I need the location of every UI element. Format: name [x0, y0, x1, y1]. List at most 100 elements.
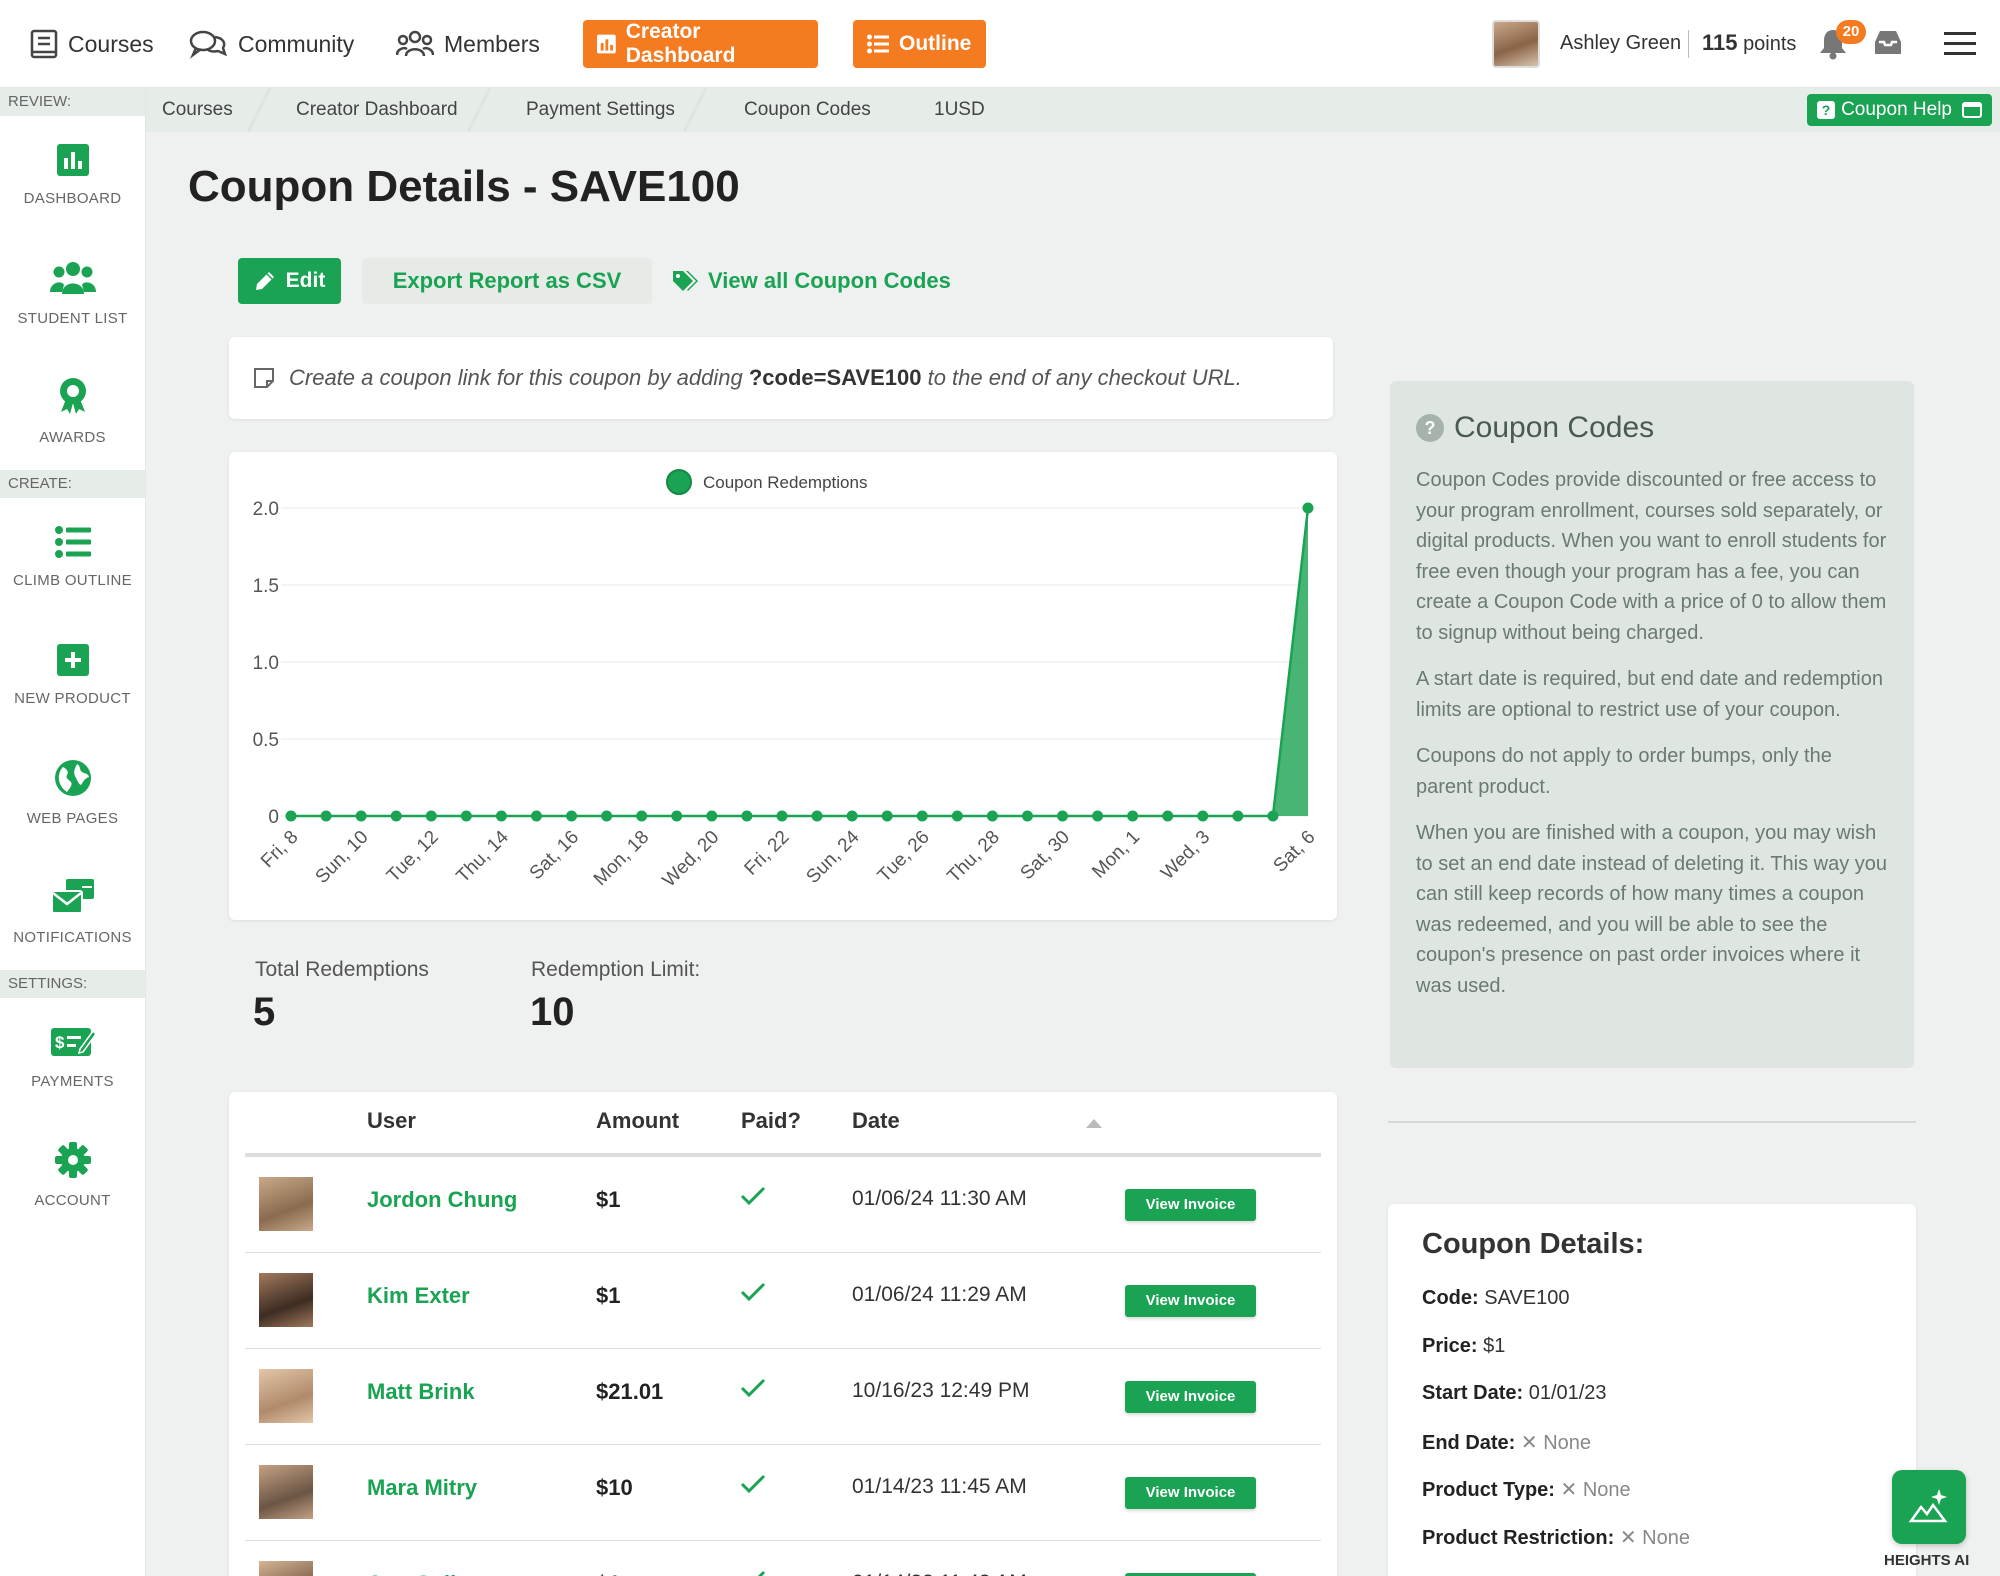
sidebar-item-climb-outline[interactable]: CLIMB OUTLINE: [0, 498, 145, 616]
table-row: Ana Gallant$101/14/23 11:43 AMView Invoi…: [245, 1540, 1321, 1576]
breadcrumb-payment-settings[interactable]: Payment Settings: [526, 88, 675, 132]
detail-start-date: Start Date: 01/01/23: [1422, 1382, 1882, 1430]
page-title: Coupon Details - SAVE100: [188, 162, 740, 211]
table-row: Matt Brink $21.01 10/16/23 12:49 PM View In…: [245, 1348, 1321, 1444]
nav-community-label: Community: [238, 30, 355, 57]
pencil-icon: [255, 272, 274, 290]
x-tick-label: Sat, 6: [1270, 827, 1320, 877]
table-row: Jordon Chung $1 01/06/24 11:30 AM View Invo…: [245, 1156, 1321, 1252]
sidebar-item-dashboard[interactable]: DASHBOARD: [0, 116, 145, 234]
nav-members-label: Members: [444, 30, 540, 57]
export-csv-button[interactable]: Export Report as CSV: [362, 258, 652, 304]
breadcrumb-coupon-codes[interactable]: Coupon Codes: [744, 88, 871, 132]
user-avatar[interactable]: [1492, 20, 1540, 68]
sort-asc-icon[interactable]: [1085, 1117, 1103, 1129]
sidebar-item-student-list[interactable]: STUDENT LIST: [0, 234, 145, 352]
column-header-amount[interactable]: Amount: [596, 1108, 679, 1134]
sidebar-item-new-product[interactable]: NEW PRODUCT: [0, 616, 145, 734]
date-value: 10/16/23 12:49 PM: [852, 1379, 1030, 1402]
x-tick-label: Mon, 18: [590, 827, 653, 890]
data-point: [285, 810, 297, 822]
help-paragraph: When you are finished with a coupon, you…: [1416, 822, 1888, 997]
view-invoice-button[interactable]: View Invoice: [1125, 1381, 1256, 1413]
user-link[interactable]: Jordon Chung: [367, 1187, 517, 1213]
detail-end-date: End Date: ✕ None: [1422, 1430, 1882, 1478]
column-header-user[interactable]: User: [367, 1108, 416, 1134]
avatar[interactable]: [259, 1561, 313, 1576]
detail-product-restriction: Product Restriction: ✕ None: [1422, 1525, 1882, 1573]
y-tick-label: 0.5: [253, 730, 279, 751]
detail-end-label: End Date:: [1422, 1431, 1516, 1454]
outline-button[interactable]: Outline: [853, 20, 986, 68]
column-header-date[interactable]: Date: [852, 1108, 900, 1134]
users-icon: [396, 30, 434, 57]
award-icon: [59, 377, 86, 414]
inbox-icon[interactable]: [1872, 28, 1904, 58]
nav-community[interactable]: Community: [188, 24, 354, 64]
outline-list-icon: [54, 525, 91, 558]
sidebar-item-payments[interactable]: $ PAYMENTS: [0, 998, 145, 1116]
coupon-details-card: Coupon Details: Code: SAVE100 Price: $1 …: [1388, 1204, 1916, 1576]
y-tick-label: 1.5: [253, 576, 279, 597]
detail-code-label: Code:: [1422, 1287, 1479, 1309]
sidebar-item-awards[interactable]: AWARDS: [0, 352, 145, 470]
detail-code: Code: SAVE100: [1422, 1287, 1882, 1335]
sidebar-label-payments: PAYMENTS: [31, 1072, 114, 1090]
sidebar: REVIEW: DASHBOARD STUDENT LIST AWARDS CR…: [0, 88, 146, 1576]
user-link[interactable]: Matt Brink: [367, 1379, 475, 1405]
sidebar-item-account[interactable]: ACCOUNT: [0, 1116, 145, 1234]
amount-value: $21.01: [596, 1379, 664, 1404]
sidebar-label-dashboard: DASHBOARD: [23, 189, 122, 207]
column-header-paid[interactable]: Paid?: [741, 1108, 801, 1134]
coupon-help-button[interactable]: ? Coupon Help: [1807, 94, 1992, 126]
breadcrumb-1usd[interactable]: 1USD: [934, 88, 985, 132]
check-icon: [757, 1570, 766, 1576]
nav-courses[interactable]: Courses: [30, 24, 154, 64]
user-link[interactable]: Ana Gallant: [367, 1571, 489, 1576]
sidebar-label-awards: AWARDS: [39, 428, 106, 446]
data-point: [636, 810, 648, 822]
x-tick-label: Mon, 1: [1088, 827, 1144, 883]
user-name[interactable]: Ashley Green: [1560, 32, 1681, 55]
coupon-help-label: Coupon Help: [1841, 99, 1952, 120]
edit-button[interactable]: Edit: [238, 258, 341, 304]
view-all-coupons-link[interactable]: View all Coupon Codes: [672, 258, 951, 304]
user-link[interactable]: Mara Mitry: [367, 1475, 477, 1501]
breadcrumb: Courses Creator Dashboard Payment Settin…: [146, 88, 2000, 132]
data-point: [846, 810, 858, 822]
view-invoice-button[interactable]: View Invoice: [1125, 1189, 1256, 1221]
help-title-text: Coupon Codes: [1454, 411, 1655, 444]
check-icon: [740, 1474, 766, 1494]
avatar[interactable]: [259, 1177, 313, 1231]
data-point: [1127, 810, 1139, 822]
heights-ai-button[interactable]: [1892, 1470, 1966, 1544]
nav-members[interactable]: Members: [396, 24, 540, 64]
sidebar-item-web-pages[interactable]: WEB PAGES: [0, 734, 145, 852]
svg-text:$: $: [55, 1033, 65, 1052]
breadcrumb-creator-dashboard[interactable]: Creator Dashboard: [296, 88, 458, 132]
sidebar-label-climb-outline: CLIMB OUTLINE: [13, 571, 132, 589]
user-link[interactable]: Kim Exter: [367, 1283, 470, 1309]
date-value: 01/14/23 11:43 AM: [852, 1571, 1027, 1576]
avatar[interactable]: [259, 1465, 313, 1519]
question-icon: ?: [1817, 101, 1836, 119]
view-invoice-button[interactable]: View Invoice: [1125, 1285, 1256, 1317]
note-icon: [254, 368, 274, 388]
breadcrumb-courses[interactable]: Courses: [162, 88, 233, 132]
top-navbar: Courses Community Members Creator Dashbo…: [0, 0, 2000, 88]
view-invoice-button[interactable]: View Invoice: [1125, 1477, 1256, 1509]
data-point: [1092, 810, 1104, 822]
menu-icon[interactable]: [1944, 30, 1976, 58]
creator-dashboard-button[interactable]: Creator Dashboard: [583, 20, 818, 68]
detail-price: Price: $1: [1422, 1335, 1882, 1383]
avatar[interactable]: [259, 1273, 313, 1327]
sidebar-item-notifications[interactable]: NOTIFICATIONS: [0, 852, 145, 970]
data-point: [425, 810, 437, 822]
window-icon: [1962, 102, 1982, 118]
total-redemptions-value: 5: [253, 990, 276, 1034]
avatar[interactable]: [259, 1369, 313, 1423]
user-points: 115 points: [1702, 30, 1796, 56]
x-icon: ✕: [1560, 1479, 1578, 1501]
x-tick-label: Sun, 10: [312, 827, 373, 888]
nav-courses-label: Courses: [68, 30, 154, 57]
